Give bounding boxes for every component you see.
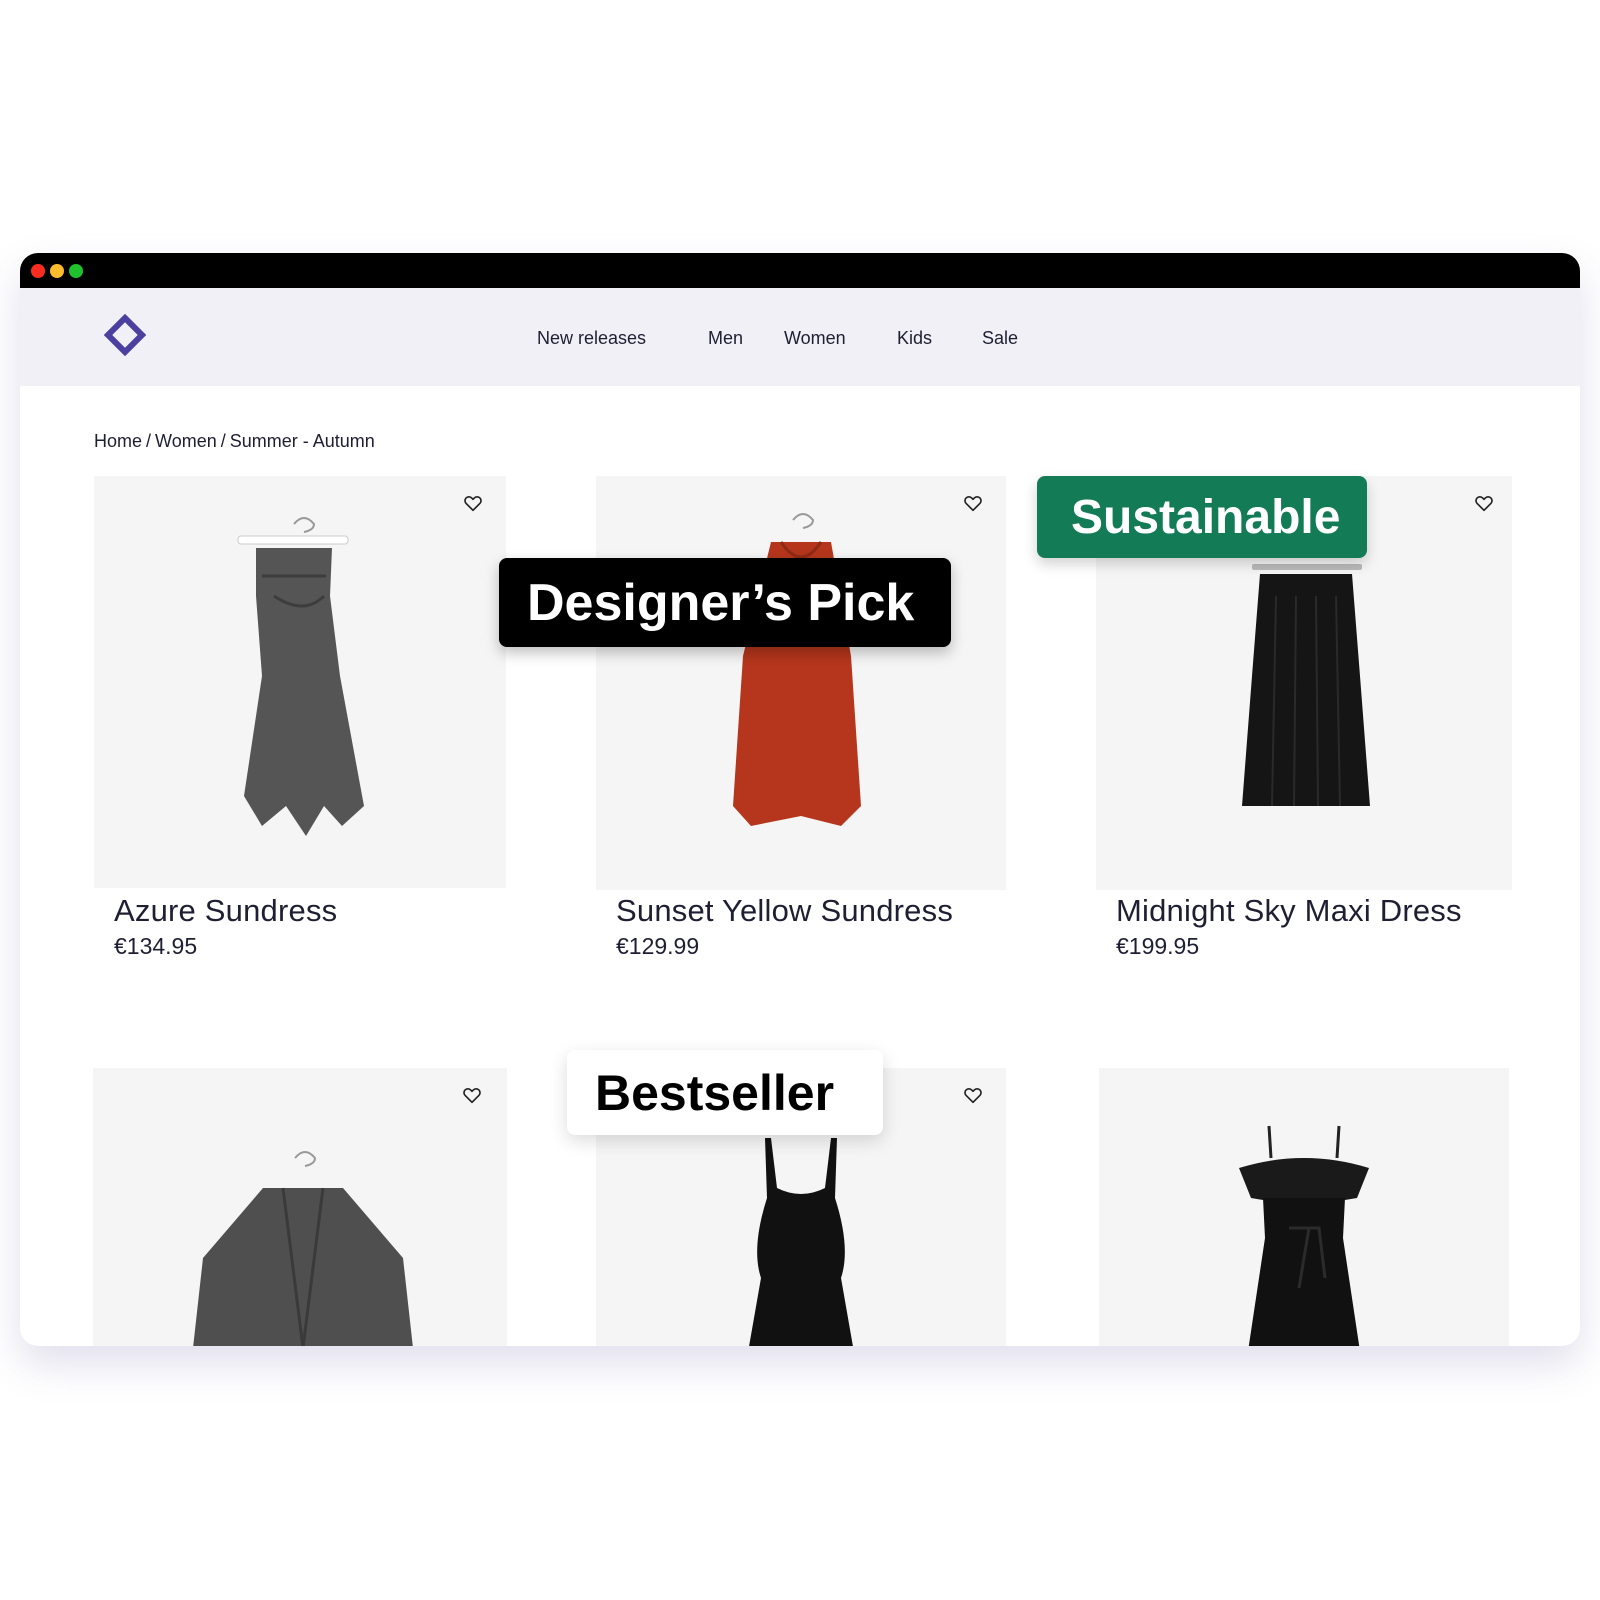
product-price: €129.99 (616, 933, 700, 959)
nav-sale[interactable]: Sale (982, 328, 1018, 349)
window-titlebar (20, 253, 1580, 288)
browser-window: New releases Men Women Kids Sale Home / Wo… (20, 253, 1580, 1346)
favorite-heart-icon[interactable] (962, 1084, 984, 1106)
black-bodycon-dress-image (749, 1138, 853, 1346)
product-name[interactable]: Sunset Yellow Sundress (616, 893, 953, 929)
product-name[interactable]: Azure Sundress (114, 893, 337, 929)
bestseller-badge: Bestseller (567, 1050, 883, 1135)
breadcrumb-current: Summer - Autumn (229, 431, 375, 451)
favorite-heart-icon[interactable] (461, 1084, 483, 1106)
favorite-heart-icon[interactable] (962, 492, 984, 514)
product-price: €199.95 (1116, 933, 1200, 959)
black-pleated-skirt-image (1242, 564, 1370, 807)
bestseller-label: Bestseller (595, 1064, 835, 1121)
designers-pick-badge: Designer’s Pick (499, 558, 951, 647)
brand-logo-icon[interactable] (104, 314, 146, 356)
breadcrumb: Home / Women / Summer - Autumn (94, 431, 375, 452)
favorite-heart-icon[interactable] (462, 492, 484, 514)
minimize-window-button[interactable] (50, 264, 64, 278)
sustainable-badge: Sustainable (1037, 476, 1367, 558)
product-price: €134.95 (114, 933, 198, 959)
breadcrumb-home[interactable]: Home (94, 431, 142, 451)
nav-new-releases[interactable]: New releases (537, 328, 646, 349)
breadcrumb-women[interactable]: Women (155, 431, 217, 451)
product-image-azure-sundress[interactable] (94, 476, 506, 888)
nav-men[interactable]: Men (708, 328, 743, 349)
close-window-button[interactable] (31, 264, 45, 278)
product-image-black-ruffle-dress[interactable] (1099, 1068, 1509, 1346)
black-ruffle-dress-image (1239, 1125, 1369, 1346)
breadcrumb-separator: / (220, 431, 226, 451)
grey-cardigan-image (193, 1151, 413, 1346)
grey-draped-dress-image (237, 517, 364, 836)
product-name[interactable]: Midnight Sky Maxi Dress (1116, 893, 1462, 929)
product-image-sunset-yellow-sundress[interactable] (596, 476, 1006, 890)
top-navigation: New releases Men Women Kids Sale (20, 288, 1580, 386)
sustainable-label: Sustainable (1071, 490, 1341, 544)
breadcrumb-separator: / (146, 431, 152, 451)
designers-pick-label: Designer’s Pick (527, 573, 915, 632)
maximize-window-button[interactable] (69, 264, 83, 278)
product-image-grey-cardigan[interactable] (93, 1068, 507, 1346)
nav-women[interactable]: Women (784, 328, 846, 349)
nav-kids[interactable]: Kids (897, 328, 932, 349)
favorite-heart-icon[interactable] (1473, 492, 1495, 514)
